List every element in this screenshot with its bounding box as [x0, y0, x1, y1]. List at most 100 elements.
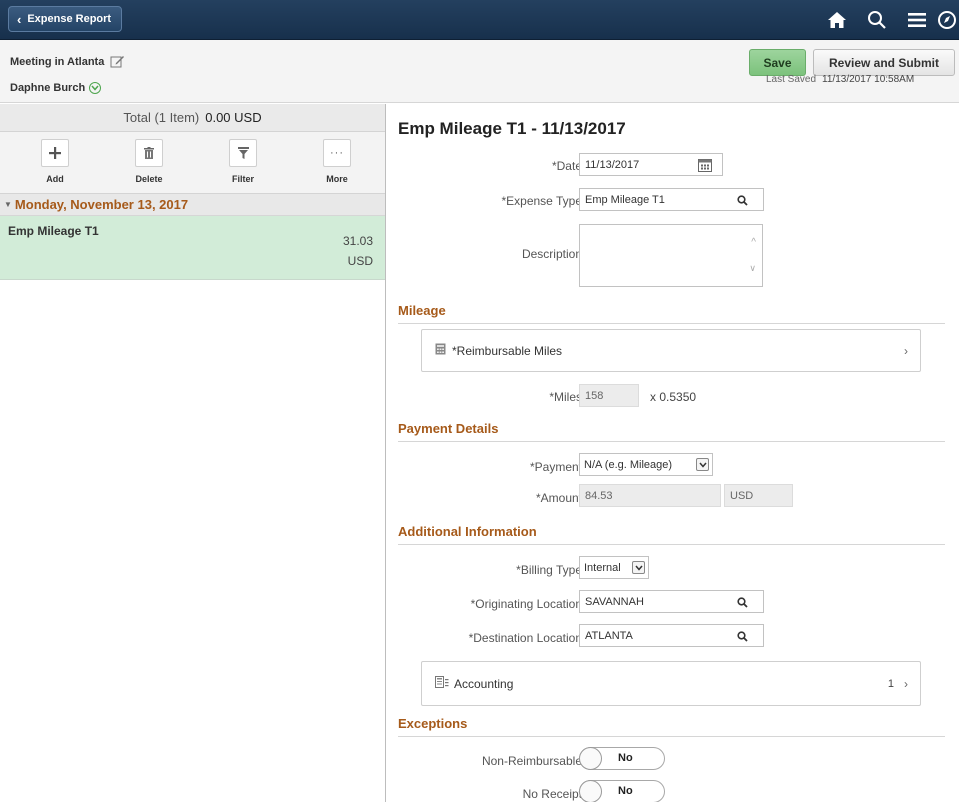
total-bar: Total (1 Item) 0.00 USD	[0, 104, 385, 132]
chevron-down-icon[interactable]	[89, 82, 102, 94]
payment-section-header: Payment Details	[398, 421, 945, 442]
save-button[interactable]: Save	[749, 49, 806, 76]
amount-value: 84.53	[585, 489, 613, 502]
originating-location-value: SAVANNAH	[585, 595, 644, 608]
billing-type-label: *Billing Type	[516, 563, 582, 577]
navbar-actions	[817, 0, 959, 40]
employee-name: Daphne Burch	[10, 82, 102, 94]
accounting-label: Accounting	[454, 676, 514, 691]
additional-info-section-header: Additional Information	[398, 524, 945, 545]
last-saved-value: 11/13/2017 10:58AM	[822, 74, 915, 85]
last-saved-label: Last Saved	[766, 74, 817, 85]
employee-name-text: Daphne Burch	[10, 82, 86, 94]
miles-field: 158	[579, 384, 639, 407]
add-label: Add	[46, 174, 64, 184]
search-icon[interactable]	[735, 595, 749, 609]
expense-item-currency: USD	[347, 254, 373, 268]
more-label: More	[326, 174, 348, 184]
expense-item-amount: 31.03	[342, 234, 373, 248]
total-label: Total (1 Item)	[123, 110, 200, 125]
destination-location-field[interactable]: ATLANTA	[579, 624, 764, 647]
toggle-knob	[579, 780, 602, 802]
accounting-icon	[435, 676, 449, 691]
toggle-knob	[579, 747, 602, 770]
chevron-down-icon	[696, 458, 709, 471]
expense-detail-panel: Emp Mileage T1 - 11/13/2017 *Date 11/13/…	[386, 104, 959, 802]
miles-label: *Miles	[549, 390, 582, 404]
reimbursable-miles-label: *Reimbursable Miles	[452, 343, 563, 358]
review-and-submit-button[interactable]: Review and Submit	[813, 49, 955, 76]
payment-value: N/A (e.g. Mileage)	[584, 458, 673, 471]
search-icon[interactable]	[857, 0, 897, 40]
amount-label: *Amount	[535, 491, 582, 505]
search-icon[interactable]	[735, 193, 749, 207]
billing-type-select[interactable]: Internal	[579, 556, 649, 579]
exceptions-section-header: Exceptions	[398, 716, 945, 737]
description-textarea[interactable]: ^ ∨	[579, 224, 763, 287]
no-receipt-value: No	[618, 785, 633, 797]
currency-field: USD	[724, 484, 793, 507]
non-reimbursable-toggle[interactable]: No	[579, 747, 665, 770]
more-button[interactable]: ··· More	[290, 132, 384, 193]
page-header: Meeting in Atlanta Daphne Burch Save Rev…	[0, 40, 959, 103]
add-button[interactable]: Add	[8, 132, 102, 193]
calculator-icon	[435, 343, 446, 358]
expense-type-label: *Expense Type	[501, 194, 582, 208]
payment-select[interactable]: N/A (e.g. Mileage)	[579, 453, 713, 476]
collapse-triangle-icon: ▼	[4, 200, 12, 209]
expense-list-item[interactable]: Emp Mileage T1 31.03 USD	[0, 216, 385, 280]
more-icon: ···	[323, 139, 351, 167]
date-field[interactable]: 11/13/2017	[579, 153, 723, 176]
menu-icon[interactable]	[897, 0, 937, 40]
no-receipt-label: No Receipt	[522, 787, 582, 801]
accounting-row[interactable]: Accounting 1 ›	[421, 661, 921, 706]
chevron-down-icon	[632, 561, 645, 574]
scroll-up-icon[interactable]: ^	[751, 237, 756, 248]
expense-list-panel: Total (1 Item) 0.00 USD Add Delete Filte…	[0, 104, 386, 802]
date-value: 11/13/2017	[585, 158, 640, 171]
destination-location-label: *Destination Location	[468, 631, 582, 645]
mileage-section-header: Mileage	[398, 303, 945, 324]
total-amount: 0.00 USD	[205, 110, 262, 125]
trash-icon	[135, 139, 163, 167]
back-button-label: Expense Report	[27, 13, 112, 25]
delete-button[interactable]: Delete	[102, 132, 196, 193]
detail-title: Emp Mileage T1 - 11/13/2017	[398, 119, 626, 138]
report-name-text: Meeting in Atlanta	[10, 56, 105, 68]
calendar-icon[interactable]	[698, 158, 712, 172]
home-icon[interactable]	[817, 0, 857, 40]
payment-label: *Payment	[529, 460, 582, 474]
day-group-header[interactable]: ▼ Monday, November 13, 2017	[0, 194, 385, 216]
delete-label: Delete	[135, 174, 163, 184]
expense-item-name: Emp Mileage T1	[8, 224, 99, 238]
expense-type-field[interactable]: Emp Mileage T1	[579, 188, 764, 211]
expense-type-value: Emp Mileage T1	[585, 193, 665, 206]
chevron-right-icon: ›	[904, 343, 908, 358]
top-navbar: ‹ Expense Report	[0, 0, 959, 40]
originating-location-field[interactable]: SAVANNAH	[579, 590, 764, 613]
navbar-icon[interactable]	[937, 0, 959, 40]
back-button[interactable]: ‹ Expense Report	[8, 6, 123, 32]
filter-label: Filter	[231, 174, 254, 184]
miles-value: 158	[585, 389, 604, 402]
edit-icon[interactable]	[110, 54, 126, 70]
non-reimbursable-label: Non-Reimbursable	[481, 754, 582, 768]
no-receipt-toggle[interactable]: No	[579, 780, 665, 802]
mileage-rate: x 0.5350	[650, 390, 697, 404]
accounting-count: 1	[887, 677, 894, 690]
scroll-down-icon[interactable]: ∨	[749, 263, 756, 274]
date-label: *Date	[551, 159, 582, 173]
filter-button[interactable]: Filter	[196, 132, 290, 193]
list-toolbar: Add Delete Filter ··· More	[0, 132, 385, 194]
chevron-left-icon: ‹	[17, 11, 22, 27]
day-group-label: Monday, November 13, 2017	[14, 197, 189, 212]
amount-field: 84.53	[579, 484, 721, 507]
report-name: Meeting in Atlanta	[10, 54, 126, 70]
amount-currency: USD	[730, 489, 754, 502]
search-icon[interactable]	[735, 629, 749, 643]
reimbursable-miles-row[interactable]: *Reimbursable Miles ›	[421, 329, 921, 372]
chevron-right-icon: ›	[904, 676, 908, 691]
originating-location-label: *Originating Location	[470, 597, 582, 611]
description-label: Description	[521, 247, 582, 261]
filter-icon	[229, 139, 257, 167]
